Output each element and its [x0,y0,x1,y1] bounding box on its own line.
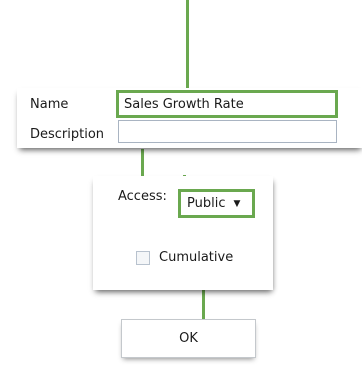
access-label: Access: [118,189,167,204]
access-selected-value: Public [187,196,226,211]
ok-button[interactable]: OK [121,319,256,358]
callout-connector-top [186,0,189,92]
description-input[interactable] [118,120,337,143]
cumulative-checkbox[interactable] [136,251,150,265]
name-label: Name [30,97,69,112]
name-input[interactable] [116,90,338,118]
cumulative-label: Cumulative [159,250,234,265]
access-select[interactable]: Public ▼ [178,189,255,218]
callout-connector-bottom [202,287,205,319]
access-options-panel: Access: Public ▼ Cumulative [93,176,273,290]
name-description-panel: Name Description [17,88,362,148]
chevron-down-icon: ▼ [233,198,241,209]
description-label: Description [30,127,105,142]
callout-connector-middle [141,149,144,178]
